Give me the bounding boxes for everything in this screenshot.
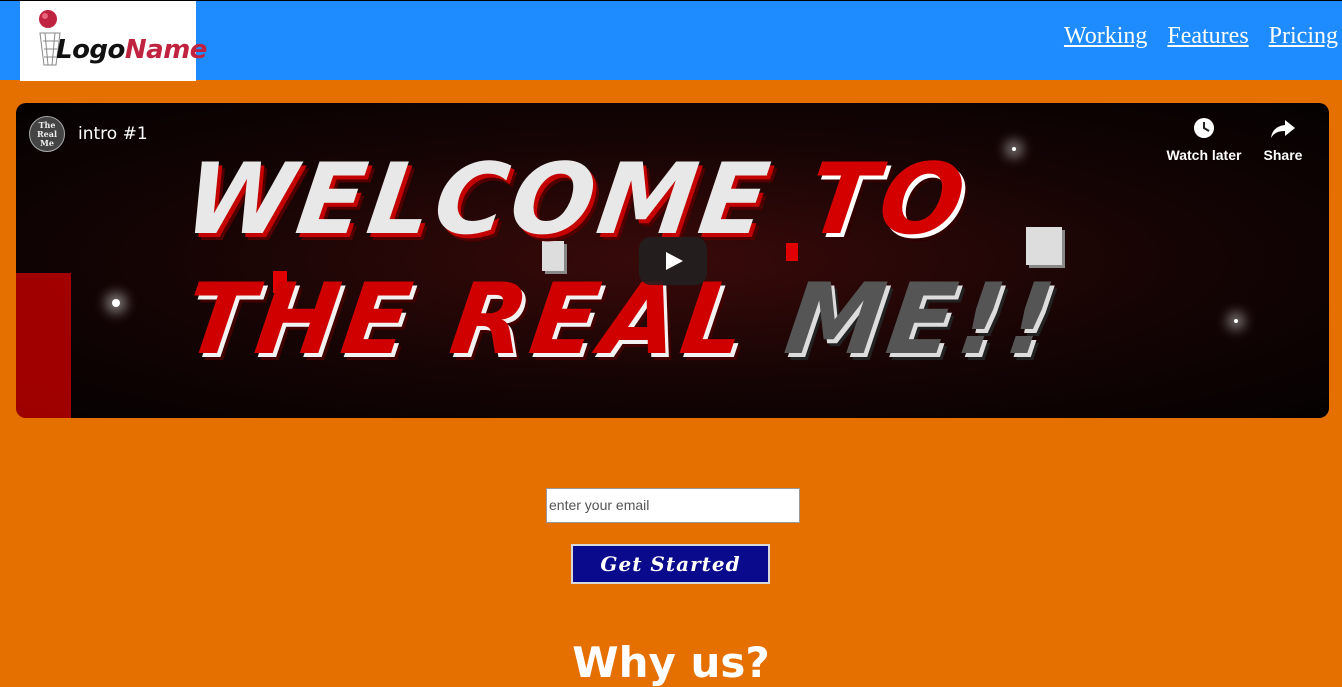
- intro-video-embed[interactable]: WELCOME TO THE REAL ME!! The Real Me int…: [16, 103, 1329, 418]
- thumbnail-headline-line1: WELCOME TO: [178, 143, 976, 257]
- share-label: Share: [1263, 147, 1303, 163]
- thumbnail-sparkle: [1012, 147, 1016, 151]
- logo-word-2: Name: [124, 35, 208, 65]
- nav-link-features[interactable]: Features: [1167, 23, 1248, 50]
- why-us-heading: Why us?: [572, 638, 770, 687]
- clock-icon: [1194, 118, 1214, 138]
- channel-avatar-text: The Real Me: [37, 119, 57, 148]
- watch-later-button[interactable]: Watch later: [1164, 117, 1244, 163]
- nav-link-working[interactable]: Working: [1064, 23, 1147, 50]
- video-title[interactable]: intro #1: [78, 124, 148, 144]
- main-nav: Working Features Pricing: [1064, 23, 1338, 50]
- watch-later-label: Watch later: [1166, 147, 1242, 163]
- logo-word-1: Logo: [56, 35, 125, 65]
- channel-avatar[interactable]: The Real Me: [29, 116, 65, 152]
- site-header: LogoName Working Features Pricing: [0, 0, 1342, 81]
- thumbnail-word-to: TO: [801, 143, 976, 257]
- logo-text: LogoName: [56, 35, 207, 65]
- thumbnail-cube: [1026, 227, 1062, 265]
- share-button[interactable]: Share: [1243, 117, 1323, 163]
- thumbnail-word-me: ME!!: [778, 263, 1065, 377]
- share-arrow-icon: [1271, 120, 1295, 138]
- email-input[interactable]: enter your email: [546, 488, 800, 523]
- logo[interactable]: LogoName: [20, 1, 207, 81]
- get-started-button[interactable]: Get Started: [571, 544, 770, 584]
- nav-link-pricing[interactable]: Pricing: [1269, 23, 1338, 50]
- play-button[interactable]: [639, 237, 707, 285]
- thumbnail-sparkle: [1234, 319, 1238, 323]
- thumbnail-red-block: [16, 273, 71, 418]
- thumbnail-headline-line2: THE REAL ME!!: [178, 263, 1065, 377]
- thumbnail-sparkle: [112, 299, 120, 307]
